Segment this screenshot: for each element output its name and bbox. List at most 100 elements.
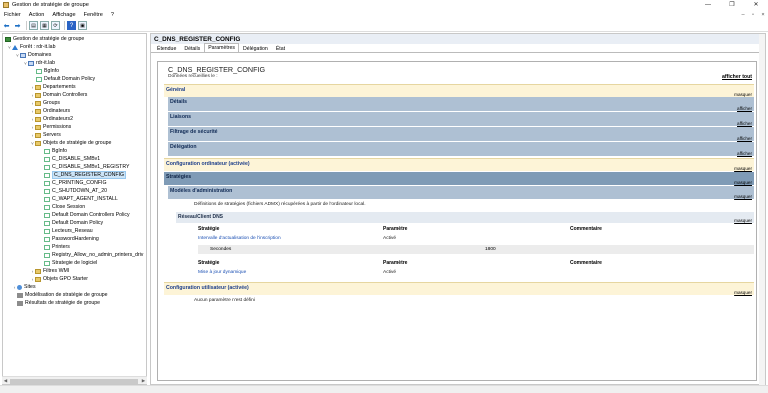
scroll-right-icon[interactable]: ▶ [140, 377, 147, 385]
menu-action[interactable]: Action [25, 12, 49, 18]
hide-link[interactable]: masquer [734, 218, 752, 223]
ou-folder-icon [35, 100, 41, 106]
show-link[interactable]: afficher [737, 136, 752, 141]
settings-report: C_DNS_REGISTER_CONFIG Données recueillie… [157, 61, 757, 381]
tree-ou-permissions[interactable]: › Permissions [30, 123, 72, 131]
report-collected-date: Données recueillies le : [168, 74, 218, 79]
tree-domain-rdr-it-lab[interactable]: ˅ rdr-it.lab [23, 59, 55, 67]
properties-icon[interactable]: ▦ [40, 21, 49, 30]
policy-link-dynamic-update[interactable]: Mise à jour dynamique [198, 270, 246, 275]
maximize-button[interactable]: ❐ [720, 0, 744, 10]
tree-gp-modeling[interactable]: Modélisation de stratégie de groupe [17, 291, 107, 299]
column-header-strategie: Stratégie [198, 260, 220, 266]
section-details: Détails afficher [168, 97, 754, 111]
section-label: Filtrage de sécurité [170, 129, 218, 135]
tree-domains[interactable]: ˅ Domaines [15, 51, 51, 59]
section-label: Général [166, 87, 186, 93]
scroll-thumb[interactable] [10, 378, 138, 384]
hide-link[interactable]: masquer [734, 166, 752, 171]
section-policies: Stratégies masquer [164, 172, 754, 185]
tree-root[interactable]: Gestion de stratégie de groupe [5, 35, 84, 43]
mdi-close-button[interactable]: × [758, 10, 768, 20]
tree-horizontal-scrollbar[interactable]: ◀ ▶ [2, 376, 147, 384]
forward-icon[interactable]: ➡ [13, 21, 22, 30]
gpo-icon [44, 220, 50, 226]
scroll-left-icon[interactable]: ◀ [2, 377, 9, 385]
report-title: C_DNS_REGISTER_CONFIG [168, 65, 266, 74]
tree-gpo-item[interactable]: Close Session [44, 203, 85, 211]
tree-ou-servers[interactable]: › Servers [30, 131, 61, 139]
tree-gpo-item-selected[interactable]: C_DNS_REGISTER_CONFIG [44, 171, 127, 179]
close-button[interactable]: ✕ [744, 0, 768, 10]
tree-gpo-item[interactable]: Strategie de logiciel [44, 259, 97, 267]
tree-ou-ordinateurs2[interactable]: › Ordinateurs2 [30, 115, 73, 123]
tree-ou-ordinateurs[interactable]: › Ordinateurs [30, 107, 70, 115]
tree-gpo-item[interactable]: PasswordHardening [44, 235, 99, 243]
tree-gpo-item[interactable]: BgInfo [44, 147, 67, 155]
report-vertical-scrollbar[interactable] [759, 34, 765, 386]
window-controls: — ❐ ✕ [696, 0, 768, 10]
tab-etendue[interactable]: Étendue [153, 44, 180, 52]
section-label: Modèles d'administration [170, 188, 233, 194]
hide-link[interactable]: masquer [734, 290, 752, 295]
show-link[interactable]: afficher [737, 151, 752, 156]
column-header-parametre: Paramètre [383, 226, 408, 232]
tree-gpo-item[interactable]: C_PRINTING_CONFIG [44, 179, 106, 187]
tree-gpo-item[interactable]: C_DISABLE_SMBv1 [44, 155, 100, 163]
tab-details[interactable]: Détails [180, 44, 204, 52]
gpo-icon [44, 244, 50, 250]
tree-starter-gpos[interactable]: › Objets GPO Starter [30, 275, 88, 283]
minimize-button[interactable]: — [696, 0, 720, 10]
tree-gpo-item[interactable]: C_WAPT_AGENT_INSTALL [44, 195, 118, 203]
tree-wmi-filters[interactable]: › Filtres WMI [30, 267, 69, 275]
tree-gpo-item[interactable]: Lecteurs_Reseau [44, 227, 93, 235]
menu-fenetre[interactable]: Fenêtre [80, 12, 107, 18]
menu-affichage[interactable]: Affichage [48, 12, 79, 18]
mdi-restore-button[interactable]: ▫ [748, 10, 758, 20]
gpo-icon [44, 172, 50, 178]
option-label: Secondes [210, 247, 232, 252]
tree-sites[interactable]: › Sites [12, 283, 36, 291]
hide-link[interactable]: masquer [734, 194, 752, 199]
starter-folder-icon [35, 276, 41, 282]
tree-item-bginfo-link[interactable]: BgInfo [36, 67, 59, 75]
tree-gpo-container[interactable]: ˅ Objets de stratégie de groupe [30, 139, 111, 147]
tree-gpo-item[interactable]: Registry_Allow_no_admin_printers_driv [44, 251, 143, 259]
policy-option-row: Secondes 1800 [198, 245, 754, 254]
up-icon[interactable]: ▤ [29, 21, 38, 30]
tree-gp-results[interactable]: Résultats de stratégie de groupe [17, 299, 100, 307]
tree-ou-groups[interactable]: › Groups [30, 99, 60, 107]
console-icon[interactable]: ▣ [78, 21, 87, 30]
tree-gpo-item[interactable]: C_SHUTDOWN_AT_20 [44, 187, 107, 195]
menu-help[interactable]: ? [107, 12, 118, 18]
mdi-minimize-button[interactable]: – [738, 10, 748, 20]
tree-gpo-item[interactable]: C_DISABLE_SMBv1_REGISTRY [44, 163, 129, 171]
gpo-icon [44, 252, 50, 258]
refresh-icon[interactable]: ⟳ [51, 21, 60, 30]
show-all-link[interactable]: afficher tout [722, 74, 752, 80]
tree-item-default-domain-policy-link[interactable]: Default Domain Policy [36, 75, 95, 83]
tree-ou-domain-controllers[interactable]: › Domain Controllers [30, 91, 88, 99]
help-icon[interactable]: ? [67, 21, 76, 30]
domain-icon [28, 60, 34, 66]
show-link[interactable]: afficher [737, 106, 752, 111]
tab-delegation[interactable]: Délégation [239, 44, 272, 52]
policy-link-refresh-interval[interactable]: Intervalle d'actualisation de l'inscript… [198, 236, 281, 241]
gpo-icon [44, 212, 50, 218]
back-icon[interactable]: ⬅ [2, 21, 11, 30]
tab-etat[interactable]: État [272, 44, 289, 52]
toolbar: ⬅ ➡ ▤ ▦ ⟳ ? ▣ [0, 20, 768, 32]
domains-icon [20, 52, 26, 58]
tree-forest[interactable]: ˅ Forêt : rdr-it.lab [7, 43, 55, 51]
tree-gpo-item[interactable]: Default Domain Policy [44, 219, 103, 227]
gpo-icon [44, 228, 50, 234]
hide-link[interactable]: masquer [734, 180, 752, 185]
tree-gpo-item[interactable]: Default Domain Controllers Policy [44, 211, 130, 219]
tab-parametres[interactable]: Paramètres [204, 43, 239, 52]
tree-gpo-item[interactable]: Printers [44, 243, 70, 251]
details-pane: C_DNS_REGISTER_CONFIG Étendue Détails Pa… [150, 33, 766, 386]
tree-ou-departements[interactable]: › Departements [30, 83, 76, 91]
gpo-icon [44, 148, 50, 154]
menu-fichier[interactable]: Fichier [0, 12, 25, 18]
show-link[interactable]: afficher [737, 121, 752, 126]
